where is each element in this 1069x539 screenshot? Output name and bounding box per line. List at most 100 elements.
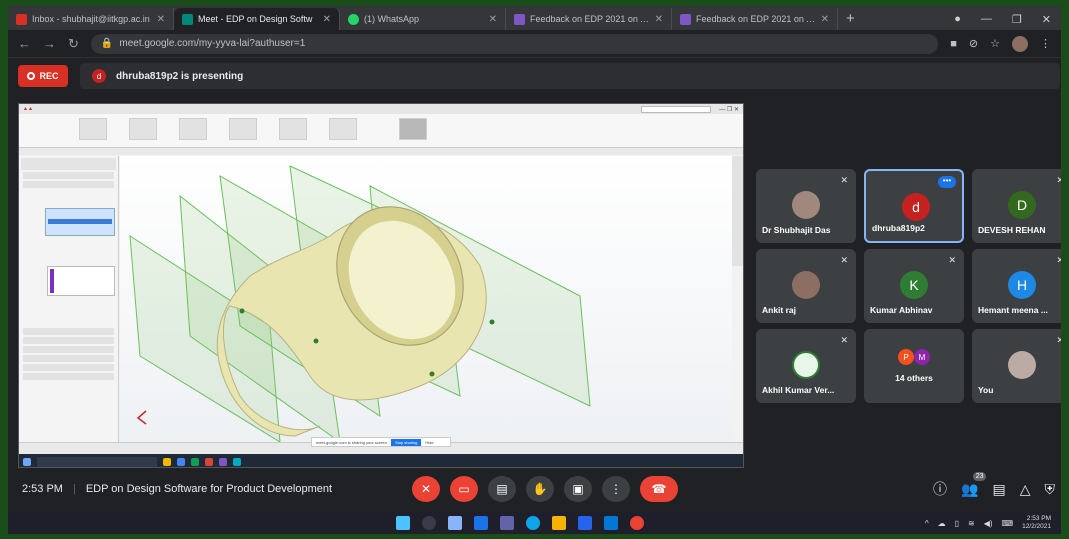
leave-call-button[interactable]: ☎	[640, 476, 678, 502]
participant-tile[interactable]: ✕ H Hemant meena ...	[972, 249, 1061, 323]
taskbar-app-icon	[191, 457, 199, 466]
activities-icon[interactable]: △	[1020, 481, 1031, 498]
share-banner-text: meet.google.com is sharing your screen	[316, 439, 387, 445]
mic-off-icon: ✕	[840, 335, 848, 345]
close-icon[interactable]: ✕	[157, 14, 165, 25]
presenting-bar: d dhruba819p2 is presenting	[80, 63, 1060, 89]
meet-icon	[182, 13, 193, 25]
browser-tab-feedback-1[interactable]: Feedback on EDP 2021 on Autod ✕	[506, 8, 672, 30]
start-icon[interactable]	[396, 516, 410, 530]
tab-title: Feedback on EDP 2021 on Autod	[530, 14, 650, 24]
chrome-icon[interactable]	[630, 516, 644, 530]
volume-icon[interactable]: ◀)	[984, 519, 993, 528]
mic-off-icon: ✕	[840, 175, 848, 185]
gmail-icon	[16, 13, 27, 25]
tab-title: (1) WhatsApp	[364, 14, 420, 24]
participant-tile-active[interactable]: ••• d dhruba819p2	[864, 169, 964, 243]
shared-screen[interactable]: ▲▲ — ❐ ✕ meet.google.com is sharing your…	[18, 103, 744, 468]
camera-toggle-button[interactable]: ▭	[450, 476, 478, 502]
close-icon[interactable]: ✕	[821, 14, 829, 25]
cad-command-group	[129, 118, 157, 140]
teams-icon[interactable]	[500, 516, 514, 530]
people-button[interactable]: 👥 23	[961, 471, 987, 498]
task-view-icon[interactable]	[448, 516, 462, 530]
clock-date: 12/2/2021	[1022, 523, 1051, 530]
raise-hand-button[interactable]: ✋	[526, 476, 554, 502]
mic-off-icon: ✕	[1056, 175, 1061, 185]
close-icon[interactable]: ✕	[323, 14, 331, 25]
mail-icon[interactable]	[604, 516, 618, 530]
browser-tab-whatsapp[interactable]: (1) WhatsApp ✕	[340, 8, 506, 30]
host-controls-icon[interactable]: ⛨	[1045, 481, 1056, 498]
loft-model	[129, 165, 591, 444]
reload-icon[interactable]: ↻	[68, 36, 79, 52]
wifi-icon[interactable]: ≋	[968, 519, 975, 528]
captions-button[interactable]: ▤	[488, 476, 516, 502]
record-icon[interactable]: ●	[954, 13, 961, 26]
others-avatars: P M	[898, 349, 930, 365]
bookmark-star-icon[interactable]: ☆	[990, 37, 1000, 50]
browser-tab-meet[interactable]: Meet - EDP on Design Softw ✕	[174, 8, 340, 30]
tab-title: Meet - EDP on Design Softw	[198, 14, 313, 24]
forms-icon	[514, 13, 525, 25]
avatar: d	[902, 193, 930, 221]
forms-icon	[680, 13, 691, 25]
widgets-icon[interactable]	[474, 516, 488, 530]
participant-tile[interactable]: ✕ D DEVESH REHAN	[972, 169, 1061, 243]
participant-name: Akhil Kumar Ver...	[762, 385, 835, 395]
cad-logo: ▲▲	[23, 106, 33, 112]
language-icon[interactable]: ⌨	[1002, 519, 1014, 528]
clock[interactable]: 2:53 PM 12/2/2021	[1022, 515, 1051, 531]
participant-tile[interactable]: ✕ K Kumar Abhinav	[864, 249, 964, 323]
present-button[interactable]: ▣	[564, 476, 592, 502]
cloud-icon[interactable]: ☁	[938, 519, 946, 528]
rec-label: REC	[39, 71, 59, 81]
close-icon[interactable]: ✕	[655, 14, 663, 25]
chat-icon[interactable]: ▤	[992, 481, 1005, 498]
close-icon[interactable]: ✕	[489, 14, 497, 25]
cad-graphics-area[interactable]	[120, 156, 732, 444]
participant-tile[interactable]: ✕ Ankit raj	[756, 249, 856, 323]
more-options-button[interactable]: ⋮	[602, 476, 630, 502]
mic-toggle-button[interactable]: ✕	[412, 476, 440, 502]
battery-icon[interactable]: ▯	[955, 519, 959, 528]
others-count: 14 others	[895, 373, 933, 383]
info-icon[interactable]: ⓘ	[933, 479, 947, 499]
stop-sharing-button[interactable]: Stop sharing	[390, 438, 422, 446]
search-icon[interactable]	[422, 516, 436, 530]
others-tile[interactable]: P M 14 others	[864, 329, 964, 403]
url-field[interactable]: 🔒 meet.google.com/my-yyva-lai?authuser=1	[90, 33, 939, 54]
minimize-button[interactable]: —	[981, 13, 992, 26]
meeting-info: 2:53 PM | EDP on Design Software for Pro…	[22, 483, 332, 495]
meet-area: REC d dhruba819p2 is presenting ▲▲ — ❐ ✕	[8, 59, 1061, 511]
chevron-up-icon[interactable]: ^	[925, 519, 929, 528]
edge-icon[interactable]	[526, 516, 540, 530]
profile-avatar[interactable]	[1012, 35, 1028, 52]
restore-button[interactable]: ❐	[1012, 13, 1022, 26]
more-options-icon[interactable]: •••	[938, 176, 956, 188]
back-icon[interactable]: ←	[18, 36, 31, 51]
panel-row	[23, 172, 114, 179]
avatar	[792, 271, 820, 299]
file-explorer-icon[interactable]	[552, 516, 566, 530]
participant-tile[interactable]: ✕ Dr Shubhajit Das	[756, 169, 856, 243]
participant-tile[interactable]: ✕ Akhil Kumar Ver...	[756, 329, 856, 403]
camera-icon[interactable]: ■	[950, 38, 957, 50]
cad-command-group	[279, 118, 307, 140]
new-tab-button[interactable]: +	[838, 10, 863, 30]
hide-button[interactable]: Hide	[425, 440, 433, 445]
avatar: D	[1008, 191, 1036, 219]
store-icon[interactable]	[578, 516, 592, 530]
browser-tab-gmail[interactable]: Inbox - shubhajit@iitkgp.ac.in ✕	[8, 8, 174, 30]
browser-tab-feedback-2[interactable]: Feedback on EDP 2021 on Autod ✕	[672, 8, 838, 30]
menu-icon[interactable]: ⋮	[1040, 37, 1051, 50]
recording-badge: REC	[18, 65, 68, 87]
share-icon[interactable]: ⊘	[969, 37, 978, 50]
forward-icon[interactable]: →	[43, 36, 56, 51]
avatar: P	[898, 349, 914, 365]
self-tile[interactable]: ✕ You	[972, 329, 1061, 403]
cad-command-group	[179, 118, 207, 140]
close-window-button[interactable]: ✕	[1042, 13, 1051, 26]
panel-row	[23, 355, 114, 362]
panel-row	[23, 181, 114, 188]
